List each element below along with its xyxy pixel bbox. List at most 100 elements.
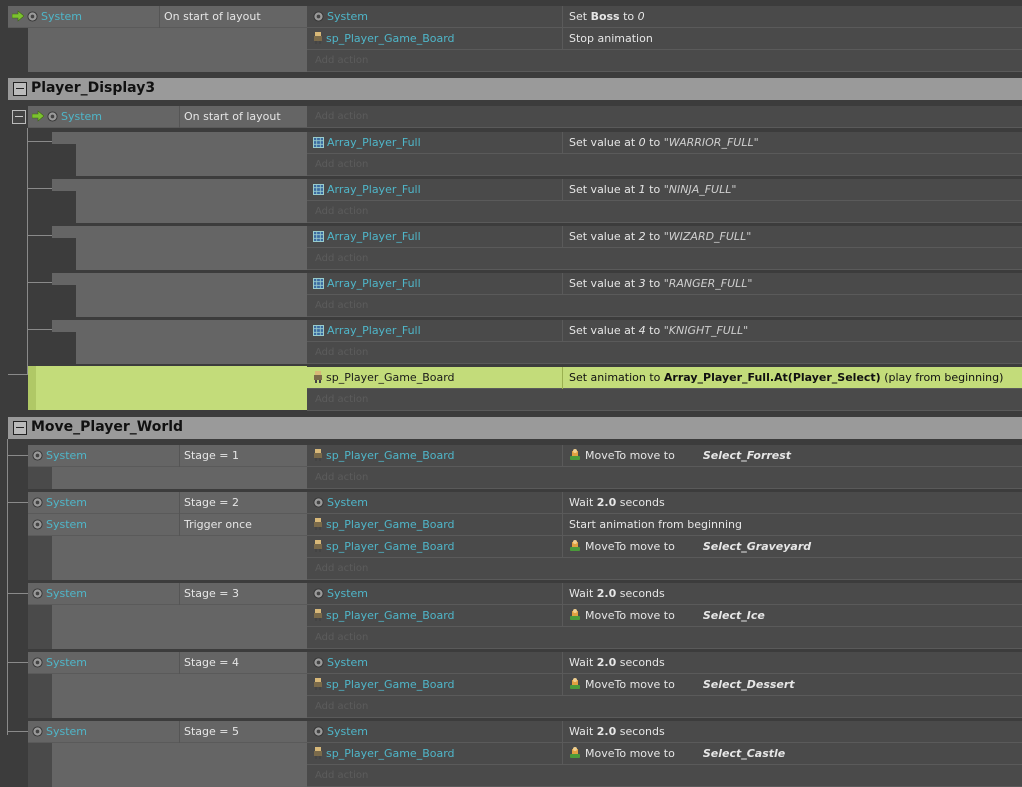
action-text-mid: to <box>619 10 638 23</box>
collapse-group-icon[interactable] <box>13 421 27 435</box>
array-set-value-action-2[interactable]: Array_Player_Full Set value at 2 to "WIZA… <box>307 226 1022 248</box>
subevent-add-action[interactable]: Add action <box>307 154 1022 176</box>
stage-event-0-action-0-object[interactable]: sp_Player_Game_Board <box>313 445 563 467</box>
stage-event-3-action-1[interactable]: sp_Player_Game_Board MoveTo move to Select… <box>307 674 1022 696</box>
moveto-text: MoveTo move to <box>585 678 675 691</box>
group1-event-condition[interactable]: System On start of layout <box>28 106 307 128</box>
collapse-group-icon[interactable] <box>13 82 27 96</box>
array-set-value-action-2-object[interactable]: Array_Player_Full <box>313 226 563 248</box>
array-set-value-action-0[interactable]: Array_Player_Full Set value at 0 to "WARR… <box>307 132 1022 154</box>
stage-event-1-action-1[interactable]: sp_Player_Game_Board Start animation from… <box>307 514 1022 536</box>
subevent-condition-bar[interactable] <box>52 273 307 285</box>
add-action-link[interactable]: Add action <box>315 627 368 649</box>
sprite-icon <box>314 678 322 690</box>
subevent-add-action[interactable]: Add action <box>307 342 1022 364</box>
group-header-player-display3[interactable]: Player_Display3 <box>8 78 1022 100</box>
stage-event-1-action-2-object[interactable]: sp_Player_Game_Board <box>313 536 563 558</box>
selected-add-action[interactable]: Add action <box>307 389 1022 411</box>
stage-add-action[interactable]: Add action <box>307 696 1022 718</box>
subevent-condition-bar[interactable] <box>52 179 307 191</box>
stage-add-action[interactable]: Add action <box>307 765 1022 787</box>
stage-event-1-action-1-object[interactable]: sp_Player_Game_Board <box>313 514 563 536</box>
array-set-value-action-4[interactable]: Array_Player_Full Set value at 4 to "KNIG… <box>307 320 1022 342</box>
stage-event-0-action-0[interactable]: sp_Player_Game_Board MoveTo move to Select… <box>307 445 1022 467</box>
gear-icon <box>313 497 324 508</box>
selected-event-condition[interactable] <box>28 366 307 410</box>
stage-add-action[interactable]: Add action <box>307 558 1022 580</box>
sprite-icon <box>314 747 322 759</box>
group-header-move-player-world[interactable]: Move_Player_World <box>8 417 1022 439</box>
moveto-behavior-icon <box>570 747 580 758</box>
add-action-link[interactable]: Add action <box>315 342 368 364</box>
stage-event-1-condition-0[interactable]: System Stage = 2 <box>28 492 307 514</box>
action-text-mid: to <box>645 136 664 149</box>
add-action-link[interactable]: Add action <box>315 765 368 787</box>
top-event-condition[interactable]: System On start of layout <box>8 6 307 28</box>
stage-event-3-condition-0[interactable]: System Stage = 4 <box>28 652 307 674</box>
add-action-link[interactable]: Add action <box>315 106 368 128</box>
add-action-link[interactable]: Add action <box>315 558 368 580</box>
add-action-link[interactable]: Add action <box>315 389 368 411</box>
gear-icon <box>313 657 324 668</box>
add-action-link[interactable]: Add action <box>315 295 368 317</box>
stage-event-1-action-0[interactable]: System Wait 2.0 seconds <box>307 492 1022 514</box>
stage-event-4-action-1-object[interactable]: sp_Player_Game_Board <box>313 743 563 765</box>
subevent-add-action[interactable]: Add action <box>307 295 1022 317</box>
stage-event-4-condition-0-object: System <box>32 721 180 743</box>
subevent-add-action[interactable]: Add action <box>307 201 1022 223</box>
top-action-set-boss-object[interactable]: System <box>313 6 563 28</box>
collapse-event-icon[interactable] <box>12 110 26 124</box>
moveto-target: Select_Dessert <box>702 678 795 691</box>
group-title: Player_Display3 <box>31 80 156 96</box>
tree-branch <box>8 662 28 663</box>
selected-set-animation-action-object[interactable]: sp_Player_Game_Board <box>313 367 563 389</box>
stage-event-3-action-0[interactable]: System Wait 2.0 seconds <box>307 652 1022 674</box>
tree-branch <box>8 455 28 456</box>
stage-add-action[interactable]: Add action <box>307 627 1022 649</box>
stage-event-2-action-0-object[interactable]: System <box>313 583 563 605</box>
array-set-value-action-3[interactable]: Array_Player_Full Set value at 3 to "RANG… <box>307 273 1022 295</box>
subevent-condition-bar[interactable] <box>52 320 307 332</box>
array-set-value-action-1-object[interactable]: Array_Player_Full <box>313 179 563 201</box>
add-action-link[interactable]: Add action <box>315 154 368 176</box>
stage-event-2-action-1[interactable]: sp_Player_Game_Board MoveTo move to Select… <box>307 605 1022 627</box>
add-action-link[interactable]: Add action <box>315 50 368 72</box>
stage-event-4-action-0[interactable]: System Wait 2.0 seconds <box>307 721 1022 743</box>
add-action-link[interactable]: Add action <box>315 248 368 270</box>
array-set-value-action-3-text: Set value at 3 to "RANGER_FULL" <box>569 273 752 295</box>
stage-event-3-action-1-object[interactable]: sp_Player_Game_Board <box>313 674 563 696</box>
stage-add-action[interactable]: Add action <box>307 467 1022 489</box>
subevent-condition-bar[interactable] <box>52 226 307 238</box>
array-set-value-action-3-object[interactable]: Array_Player_Full <box>313 273 563 295</box>
top-action-stop-animation[interactable]: sp_Player_Game_Board Stop animation <box>307 28 1022 50</box>
subevent-add-action[interactable]: Add action <box>307 248 1022 270</box>
stage-event-4-condition-0[interactable]: System Stage = 5 <box>28 721 307 743</box>
top-action-set-boss[interactable]: System Set Boss to 0 <box>307 6 1022 28</box>
stage-event-4-action-1[interactable]: sp_Player_Game_Board MoveTo move to Select… <box>307 743 1022 765</box>
add-action-link[interactable]: Add action <box>315 696 368 718</box>
stage-event-3-action-0-object[interactable]: System <box>313 652 563 674</box>
stage-event-2-action-1-object[interactable]: sp_Player_Game_Board <box>313 605 563 627</box>
stage-event-0-condition-0[interactable]: System Stage = 1 <box>28 445 307 467</box>
group1-add-action[interactable]: Add action <box>307 106 1022 128</box>
stage-event-2-condition-0[interactable]: System Stage = 3 <box>28 583 307 605</box>
array-set-value-action-0-object[interactable]: Array_Player_Full <box>313 132 563 154</box>
stage-event-1-action-2[interactable]: sp_Player_Game_Board MoveTo move to Select… <box>307 536 1022 558</box>
stage-event-1-condition-1[interactable]: System Trigger once <box>28 514 307 536</box>
top-add-action[interactable]: Add action <box>307 50 1022 72</box>
add-action-link[interactable]: Add action <box>315 467 368 489</box>
subevent-condition-bar[interactable] <box>52 132 307 144</box>
stage-event-4-action-0-object[interactable]: System <box>313 721 563 743</box>
action-text-prefix: Set value at <box>569 136 639 149</box>
condition-object-name: System <box>61 110 103 123</box>
add-action-link[interactable]: Add action <box>315 201 368 223</box>
stage-event-4-action-0-text: Wait 2.0 seconds <box>569 721 665 743</box>
stage-event-1-action-0-object[interactable]: System <box>313 492 563 514</box>
array-set-value-action-4-object[interactable]: Array_Player_Full <box>313 320 563 342</box>
stage-event-2-action-0[interactable]: System Wait 2.0 seconds <box>307 583 1022 605</box>
array-set-value-action-1[interactable]: Array_Player_Full Set value at 1 to "NINJ… <box>307 179 1022 201</box>
selected-set-animation-action[interactable]: sp_Player_Game_Board Set animation to Arr… <box>307 367 1022 389</box>
trigger-arrow-icon <box>12 10 24 22</box>
wait-suffix: seconds <box>616 496 665 509</box>
top-action-stop-animation-object[interactable]: sp_Player_Game_Board <box>313 28 563 50</box>
